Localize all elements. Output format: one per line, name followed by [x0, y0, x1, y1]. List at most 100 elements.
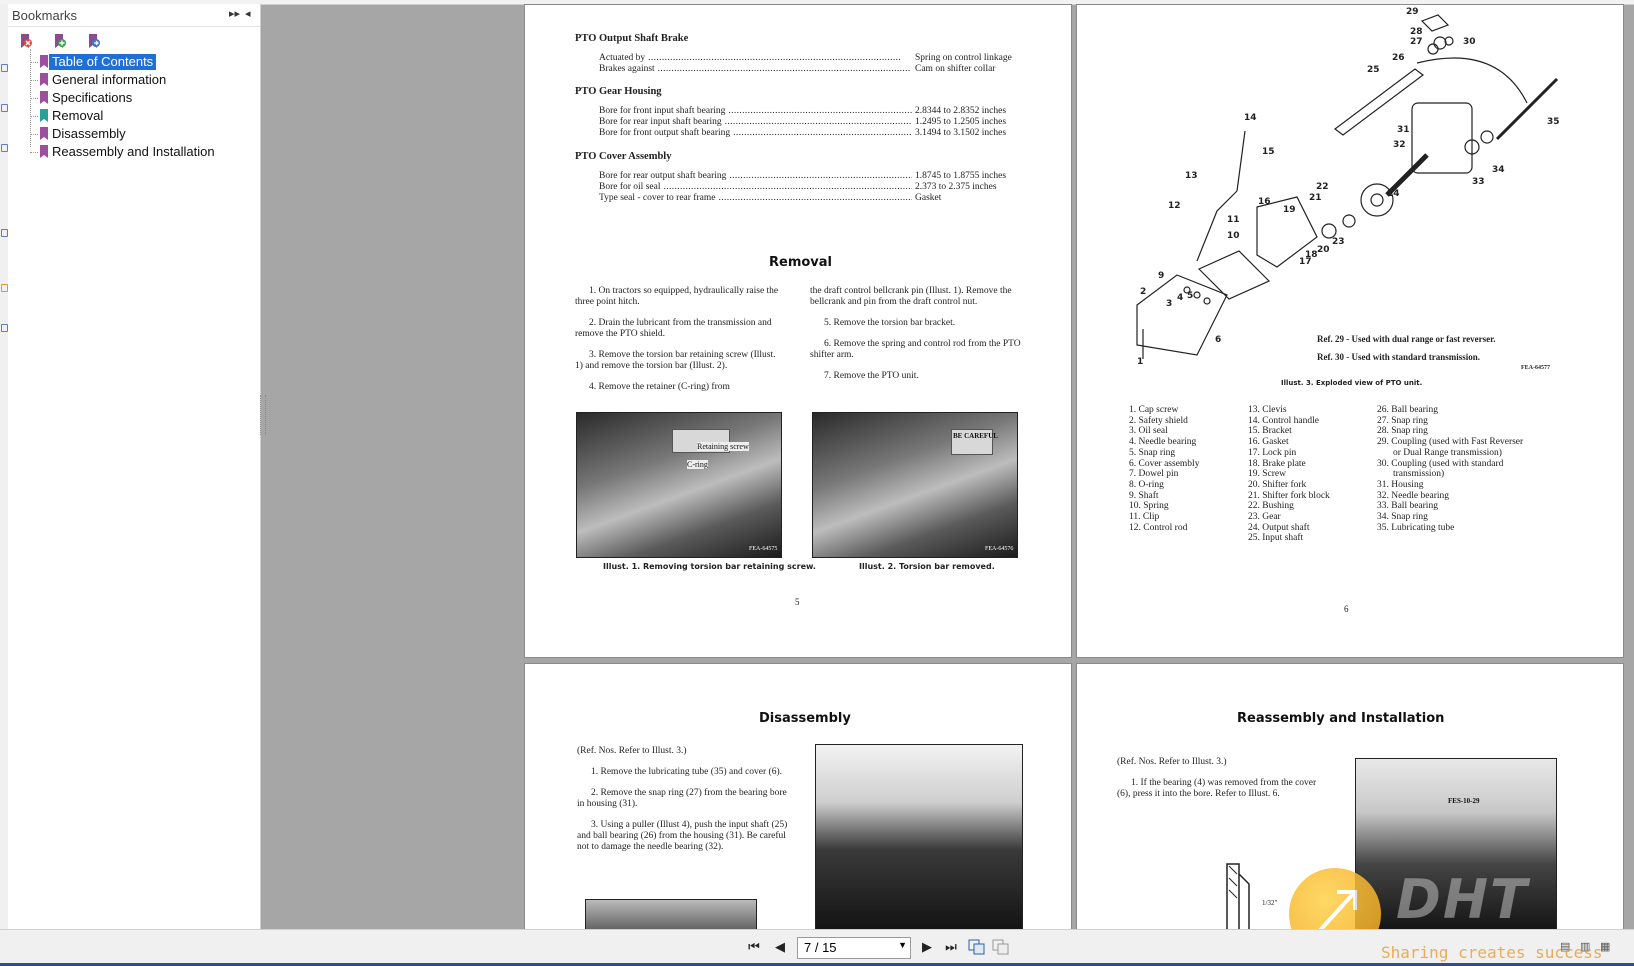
- collapse-panel-icon[interactable]: ◂: [245, 7, 251, 20]
- reassembly-step: 1. If the bearing (4) was removed from t…: [1117, 778, 1317, 799]
- bookmark-disassembly[interactable]: Disassembly: [8, 125, 260, 143]
- expand-panel-icon[interactable]: ▸▸: [229, 7, 240, 20]
- tree-branch: [30, 62, 38, 63]
- callout: 19: [1283, 205, 1296, 215]
- bookmark-icon: [40, 55, 48, 68]
- search-panel-icon[interactable]: [1, 324, 8, 332]
- layers-panel-icon[interactable]: [1, 104, 8, 112]
- document-page-5: PTO Output Shaft Brake Actuated by Spring…: [524, 4, 1072, 658]
- photo-illust-1: Retaining screw C-ring FEA-64575: [576, 412, 782, 558]
- dimension-label: 1/32": [1262, 899, 1278, 907]
- photo-label-c-ring: C-ring: [687, 460, 708, 469]
- spec-value: 2.373 to 2.375 inches: [915, 182, 997, 192]
- panel-splitter[interactable]: [260, 395, 266, 435]
- callout: 26: [1392, 53, 1405, 63]
- spec-key: Brakes against: [599, 64, 655, 74]
- removal-step: the draft control bellcrank pin (Illust.…: [810, 286, 1012, 307]
- callout: 24: [1387, 189, 1400, 199]
- leader-dots: [729, 171, 912, 181]
- spec-row: Type seal - cover to rear frame Gasket: [599, 193, 1039, 203]
- bookmark-reassembly[interactable]: Reassembly and Installation: [8, 143, 260, 161]
- removal-step: 5. Remove the torsion bar bracket.: [824, 318, 956, 328]
- bookmark-icon: [40, 109, 48, 122]
- callout: 1: [1137, 357, 1144, 367]
- callout: 2: [1140, 287, 1147, 297]
- bookmark-specifications[interactable]: Specifications: [8, 89, 260, 107]
- parts-item: 1. Cap screw: [1129, 405, 1179, 415]
- callout: 12: [1168, 201, 1181, 211]
- parts-item: 24. Output shaft: [1248, 522, 1310, 533]
- parts-list-col2: 13. Clevis 14. Control handle 15. Bracke…: [1248, 405, 1330, 544]
- bookmarks-title: Bookmarks: [12, 8, 78, 23]
- tree-branch: [30, 98, 38, 99]
- parts-item: 9. Shaft: [1129, 490, 1159, 501]
- page-indicator: 7 / 15: [804, 940, 837, 955]
- bearing-diagram: [1226, 863, 1250, 934]
- parts-item: 23. Gear: [1248, 512, 1281, 523]
- spec-row: Bore for front input shaft bearing 2.8344…: [599, 106, 1039, 116]
- watermark-tagline: Sharing creates success: [1381, 943, 1603, 962]
- leader-dots: [663, 182, 912, 192]
- tree-branch: [30, 152, 38, 153]
- spec-key: Bore for rear input shaft bearing: [599, 117, 722, 127]
- parts-item: 5. Snap ring: [1129, 447, 1176, 458]
- disassembly-step: 1. Remove the lubricating tube (35) and …: [591, 767, 782, 777]
- tree-branch: [30, 134, 38, 135]
- bookmark-table-of-contents[interactable]: Table of Contents: [8, 53, 260, 71]
- spec-key: Bore for rear output shaft bearing: [599, 171, 727, 181]
- callout: 28: [1410, 27, 1423, 37]
- spec-heading-cover: PTO Cover Assembly: [575, 151, 672, 162]
- bookmark-removal[interactable]: Removal: [8, 107, 260, 125]
- callout: 15: [1262, 147, 1275, 157]
- leader-dots: [733, 128, 912, 138]
- disassembly-step: 2. Remove the snap ring (27) from the be…: [577, 788, 787, 809]
- previous-page-button[interactable]: ◀: [771, 938, 789, 956]
- exploded-view-diagram: [1136, 14, 1559, 359]
- photo-code: FEA-64576: [985, 546, 1014, 552]
- parts-item: 35. Lubricating tube: [1377, 522, 1455, 533]
- callout: 9: [1158, 271, 1165, 281]
- bookmark-properties-icon[interactable]: [86, 33, 102, 49]
- document-page-7: Disassembly (Ref. Nos. Refer to Illust. …: [524, 663, 1072, 935]
- callout: 27: [1410, 37, 1423, 47]
- leader-dots: [725, 117, 912, 127]
- removal-step: 4. Remove the retainer (C-ring) from: [589, 382, 730, 392]
- leader-dots: [728, 106, 912, 116]
- previous-view-icon[interactable]: [968, 939, 986, 955]
- next-page-button[interactable]: ▶: [918, 938, 936, 956]
- page-number-field[interactable]: 7 / 15 ▼: [797, 937, 911, 959]
- photo-label-be-careful: BE CAREFUL: [953, 432, 998, 440]
- page-number: 5: [795, 597, 800, 607]
- parts-item: 14. Control handle: [1248, 415, 1319, 426]
- spec-value: 1.2495 to 1.2505 inches: [915, 117, 1007, 127]
- attachments-panel-icon[interactable]: [1, 144, 8, 152]
- parts-item: 13. Clevis: [1248, 405, 1287, 415]
- parts-item: 18. Brake plate: [1248, 458, 1306, 469]
- first-page-button[interactable]: ⏮: [745, 938, 763, 956]
- caption-illust-2: Illust. 2. Torsion bar removed.: [859, 562, 995, 571]
- callout: 6: [1215, 335, 1222, 345]
- page-number: 6: [1344, 604, 1349, 614]
- last-page-button[interactable]: ⏭: [942, 938, 960, 956]
- add-bookmark-icon[interactable]: [52, 33, 68, 49]
- callout: 25: [1367, 65, 1380, 75]
- spec-key: Actuated by: [599, 53, 646, 63]
- spec-value: 3.1494 to 3.1502 inches: [915, 128, 1007, 138]
- parts-item: 10. Spring: [1129, 501, 1169, 512]
- pages-panel-icon[interactable]: [1, 64, 8, 72]
- ref-line: (Ref. Nos. Refer to Illust. 3.): [577, 746, 687, 756]
- parts-item: 34. Snap ring: [1377, 512, 1428, 523]
- removal-step: 1. On tractors so equipped, hydraulicall…: [575, 286, 779, 307]
- parts-item: 20. Shifter fork: [1248, 479, 1307, 490]
- chevron-down-icon[interactable]: ▼: [898, 940, 907, 950]
- signatures-panel-icon[interactable]: [1, 284, 8, 292]
- delete-bookmark-icon[interactable]: [18, 33, 34, 49]
- spec-heading-housing: PTO Gear Housing: [575, 86, 662, 97]
- callout: 31: [1397, 125, 1410, 135]
- parts-item: 7. Dowel pin: [1129, 469, 1179, 480]
- bookmark-general-information[interactable]: General information: [8, 71, 260, 89]
- comments-panel-icon[interactable]: [1, 229, 8, 237]
- callout: 5: [1187, 291, 1194, 301]
- next-view-icon[interactable]: [992, 939, 1010, 955]
- parts-item: 27. Snap ring: [1377, 415, 1428, 426]
